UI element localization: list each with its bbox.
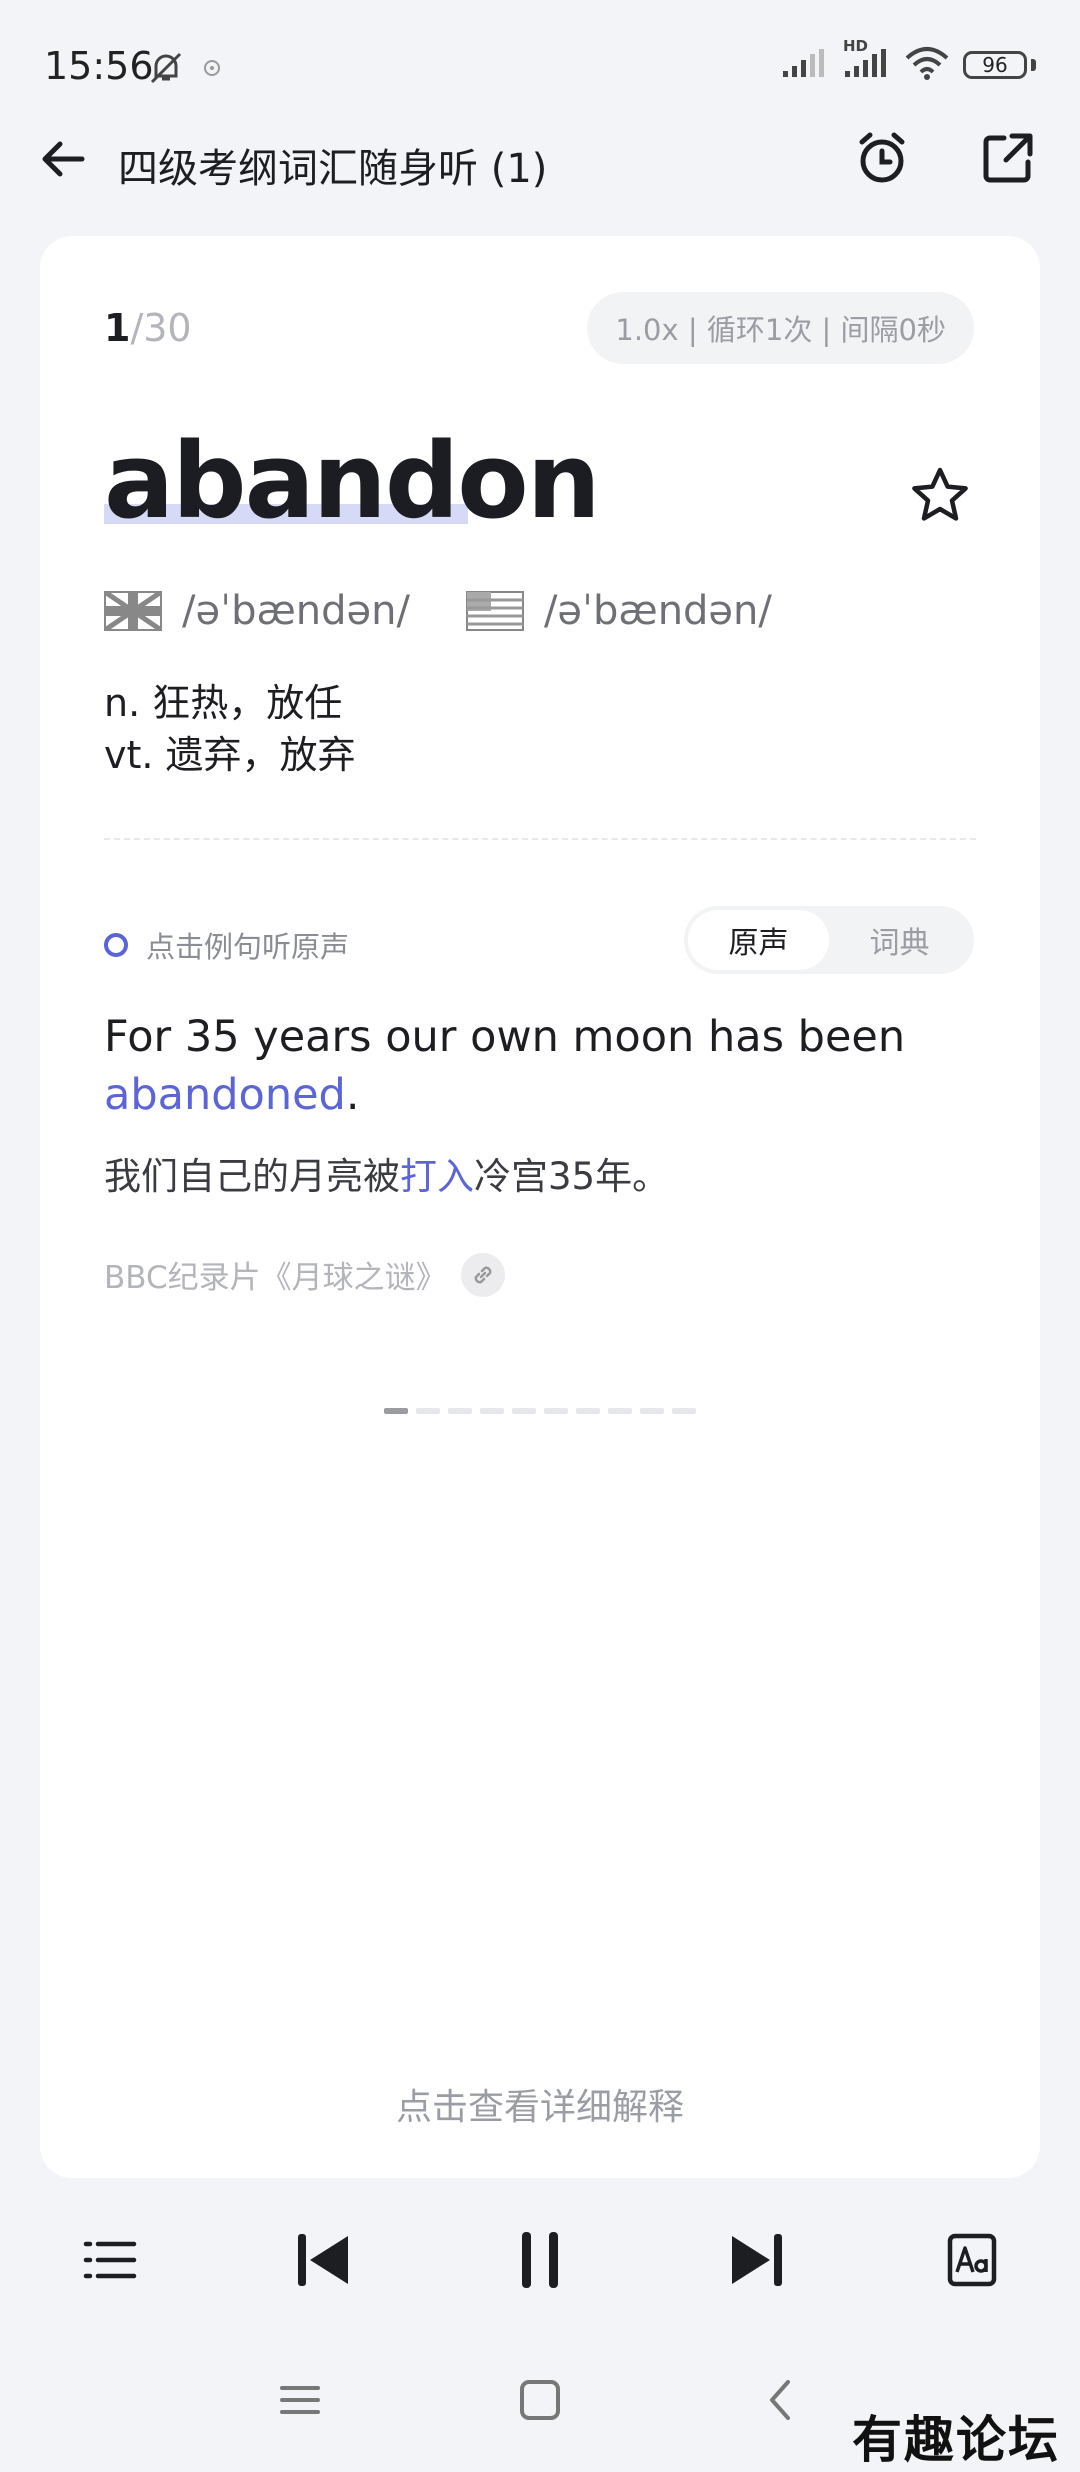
back-arrow-icon[interactable]	[36, 132, 90, 186]
sentence-source: BBC纪录片《月球之谜》	[104, 1252, 505, 1297]
link-icon[interactable]	[460, 1252, 505, 1297]
word-progress: 1/30	[104, 306, 192, 350]
page-dot	[672, 1408, 696, 1414]
tab-original-audio[interactable]: 原声	[688, 910, 829, 970]
wifi-icon	[905, 46, 949, 84]
divider	[104, 838, 976, 840]
definition-noun: n. 狂热，放任	[104, 681, 343, 725]
watermark: 有趣论坛	[852, 2410, 1060, 2469]
recent-apps-icon[interactable]	[270, 2370, 330, 2430]
page-dot	[576, 1408, 600, 1414]
alarm-clock-icon[interactable]	[852, 128, 912, 188]
page-dot	[480, 1408, 504, 1414]
definition-verb: vt. 遗弃，放弃	[104, 733, 356, 777]
audio-source-toggle: 原声 词典	[684, 906, 974, 974]
page-dot	[608, 1408, 632, 1414]
pause-icon[interactable]	[508, 2228, 572, 2292]
headword: abandon	[104, 420, 601, 542]
page-dot	[512, 1408, 536, 1414]
page-dot	[416, 1408, 440, 1414]
hint-text: 点击例句听原声	[146, 930, 350, 964]
uk-flag-icon[interactable]	[103, 589, 163, 633]
app-notification-icon	[200, 56, 224, 84]
uk-phonetic[interactable]: /əˈbændən/	[182, 588, 410, 634]
sentence-zh-text: 我们自己的月亮被	[104, 1155, 400, 1198]
playback-settings-chip[interactable]: 1.0x | 循环1次 | 间隔0秒	[587, 292, 974, 364]
sentence-zh-highlight: 打入	[400, 1155, 474, 1198]
us-flag-icon[interactable]	[465, 591, 524, 631]
page-dot	[448, 1408, 472, 1414]
home-icon[interactable]	[510, 2370, 570, 2430]
star-icon[interactable]	[908, 464, 972, 528]
example-sentence-zh: 我们自己的月亮被打入冷宫35年。	[104, 1146, 669, 1200]
status-time: 15:56	[44, 44, 154, 88]
page-title: 四级考纲词汇随身听 (1)	[118, 146, 548, 192]
view-details-link[interactable]: 点击查看详细解释	[0, 2078, 1080, 2130]
share-icon[interactable]	[978, 128, 1038, 188]
previous-icon[interactable]	[292, 2228, 356, 2292]
progress-total: /30	[130, 306, 192, 350]
page-indicator	[384, 1408, 696, 1414]
battery-tip	[1031, 59, 1036, 71]
nav-back-icon[interactable]	[750, 2370, 810, 2430]
network-label: HD	[843, 37, 869, 55]
sentence-en-suffix: .	[345, 1070, 360, 1120]
signal-icon	[781, 47, 829, 83]
example-hint: 点击例句听原声	[104, 924, 349, 966]
phonetics-row: /əˈbændən/ /əˈbændən/	[103, 588, 772, 634]
list-icon[interactable]	[78, 2228, 142, 2292]
signal-hd-icon: HD	[843, 37, 891, 83]
next-icon[interactable]	[724, 2228, 788, 2292]
progress-current: 1	[104, 306, 131, 350]
font-size-icon[interactable]	[940, 2228, 1004, 2292]
sentence-zh-suffix: 冷宫35年。	[474, 1155, 670, 1198]
mute-bell-icon	[146, 48, 186, 92]
status-icons: HD 96	[781, 37, 1036, 84]
example-sentence-en[interactable]: For 35 years our own moon has been aband…	[104, 1008, 984, 1124]
hint-dot-icon	[104, 933, 128, 957]
page-dot	[640, 1408, 664, 1414]
us-phonetic[interactable]: /əˈbændən/	[544, 588, 772, 634]
sentence-en-text: For 35 years our own moon has been	[104, 1012, 906, 1062]
tab-dictionary-audio[interactable]: 词典	[829, 910, 970, 970]
sentence-en-highlight: abandoned	[104, 1070, 346, 1120]
battery-icon: 96	[963, 51, 1027, 79]
source-text: BBC纪录片《月球之谜》	[104, 1260, 447, 1296]
page-dot	[384, 1408, 408, 1414]
page-dot	[544, 1408, 568, 1414]
